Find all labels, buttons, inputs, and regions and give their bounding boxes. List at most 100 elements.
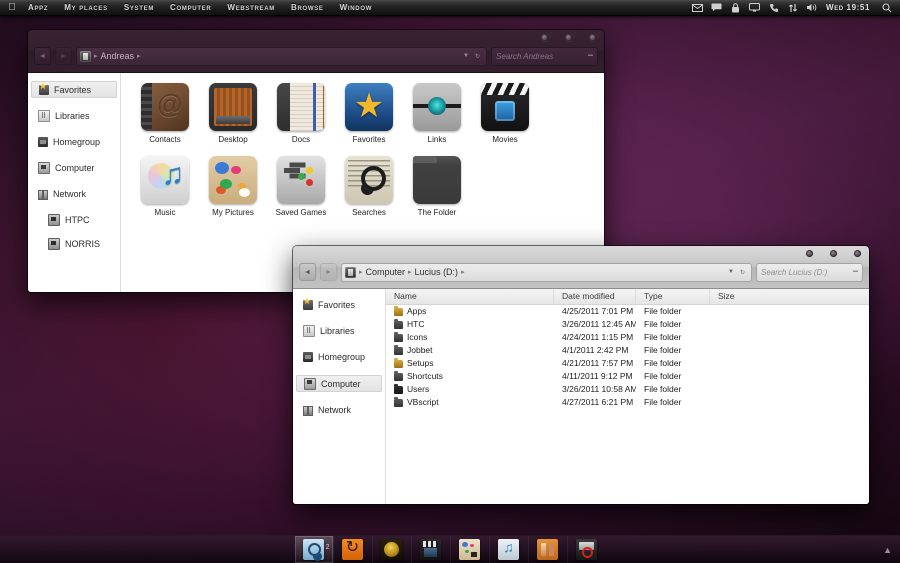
window2-search-box[interactable]: Search Lucius (D:) ━ — [756, 262, 863, 282]
search-icon[interactable]: ━ — [853, 268, 858, 276]
sidebar-item-computer[interactable]: Computer — [296, 375, 382, 392]
sidebar-item-homegroup[interactable]: Homegroup — [31, 134, 117, 150]
menubar-clock[interactable]: Wed 19:51 — [821, 0, 877, 15]
table-row[interactable]: Users 3/26/2011 10:58 AM File folder — [386, 383, 869, 396]
sidebar-item-favorites[interactable]: Favorites — [31, 81, 117, 98]
phone-icon[interactable] — [764, 0, 783, 15]
sidebar-item-libraries[interactable]: Libraries — [296, 323, 382, 339]
grid-item[interactable]: Links — [404, 83, 470, 144]
refresh-icon[interactable]: ↻ — [475, 53, 480, 60]
menu-system[interactable]: System — [116, 0, 162, 15]
window1-minimize-button[interactable] — [541, 34, 548, 41]
menu-webstream[interactable]: WebStream — [219, 0, 283, 15]
grid-item[interactable]: Music — [132, 156, 198, 217]
homegroup-icon — [303, 352, 313, 362]
lock-icon[interactable] — [726, 0, 745, 15]
grid-item[interactable]: Desktop — [200, 83, 266, 144]
window2-forward-button[interactable]: ► — [320, 263, 337, 281]
column-header-name[interactable]: Name — [386, 289, 554, 304]
explorer-window-lucius[interactable]: ◄ ► ▸ Computer ▸ Lucius (D:) ▸ ▼ ↻ Searc… — [293, 246, 869, 504]
apple-logo-icon[interactable]:  — [4, 0, 20, 15]
grid-item[interactable]: My Pictures — [200, 156, 266, 217]
folder-gold-icon — [394, 305, 403, 316]
chat-bubble-icon[interactable] — [707, 0, 726, 15]
chevron-down-icon[interactable]: ▼ — [728, 269, 734, 275]
window1-search-box[interactable]: Search Andreas ━ — [491, 46, 598, 66]
sidebar-item-label: NORRIS — [65, 239, 101, 249]
menu-browse[interactable]: Browse — [283, 0, 332, 15]
window1-close-button[interactable] — [589, 34, 596, 41]
breadcrumb-segment[interactable]: Lucius (D:) — [415, 264, 459, 281]
desktop-icon — [209, 83, 257, 131]
column-header-date-modified[interactable]: Date modified — [554, 289, 636, 304]
menu-computer[interactable]: Computer — [162, 0, 219, 15]
cell-date-modified: 4/1/2011 2:42 PM — [562, 345, 629, 355]
grid-item[interactable]: Saved Games — [268, 156, 334, 217]
sidebar-item-libraries[interactable]: Libraries — [31, 108, 117, 124]
menu-window[interactable]: Window — [332, 0, 380, 15]
sidebar-item-network[interactable]: Network — [296, 402, 382, 418]
window2-close-button[interactable] — [854, 250, 861, 257]
dock-media[interactable] — [410, 536, 450, 563]
folder-icon — [413, 156, 461, 204]
dock-orange-app[interactable] — [527, 536, 567, 563]
refresh-icon[interactable]: ↻ — [740, 269, 745, 276]
window1-breadcrumb-bar[interactable]: ▸ Andreas ▸ ▼ ↻ — [76, 46, 487, 66]
chevron-down-icon[interactable]: ▼ — [463, 53, 469, 59]
menu-my-places[interactable]: My Places — [56, 0, 116, 15]
breadcrumb-segment[interactable]: Andreas — [101, 48, 135, 65]
window2-back-button[interactable]: ◄ — [299, 263, 316, 281]
table-row[interactable]: Setups 4/21/2011 7:57 PM File folder — [386, 357, 869, 370]
column-header-size[interactable]: Size — [710, 289, 780, 304]
volume-icon[interactable] — [802, 0, 821, 15]
window2-minimize-button[interactable] — [806, 250, 813, 257]
grid-item-label: Favorites — [352, 135, 386, 144]
dock-dark-app[interactable] — [566, 536, 606, 563]
sidebar-item-computer[interactable]: Computer — [31, 160, 117, 176]
dock-explorer[interactable]: 2 — [294, 536, 333, 563]
grid-item[interactable]: The Folder — [404, 156, 470, 217]
grid-item[interactable]: Contacts — [132, 83, 198, 144]
dock-paint[interactable] — [449, 536, 489, 563]
window1-forward-button[interactable]: ► — [55, 47, 72, 65]
column-header-type[interactable]: Type — [636, 289, 710, 304]
breadcrumb-segment[interactable]: Computer — [366, 264, 406, 281]
window2-titlebar[interactable]: ◄ ► ▸ Computer ▸ Lucius (D:) ▸ ▼ ↻ Searc… — [293, 246, 869, 289]
table-row[interactable]: VBscript 4/27/2011 6:21 PM File folder — [386, 396, 869, 409]
mail-icon[interactable] — [688, 0, 707, 15]
grid-item[interactable]: Docs — [268, 83, 334, 144]
search-icon[interactable] — [877, 0, 896, 15]
file-name-label: Setups — [407, 358, 434, 368]
dock-reload[interactable] — [332, 536, 372, 563]
sidebar-item-homegroup[interactable]: Homegroup — [296, 349, 382, 365]
network-icon[interactable] — [783, 0, 802, 15]
window1-maximize-button[interactable] — [565, 34, 572, 41]
dock-itunes[interactable] — [488, 536, 528, 563]
cell-name: VBscript — [386, 396, 554, 409]
sidebar-item-network[interactable]: Network — [31, 186, 117, 202]
grid-item[interactable]: Searches — [336, 156, 402, 217]
grid-item[interactable]: Favorites — [336, 83, 402, 144]
sidebar-item-favorites[interactable]: Favorites — [296, 297, 382, 313]
window2-maximize-button[interactable] — [830, 250, 837, 257]
table-row[interactable]: Apps 4/25/2011 7:01 PM File folder — [386, 305, 869, 318]
dock-gold-app[interactable] — [371, 536, 411, 563]
window2-breadcrumb-bar[interactable]: ▸ Computer ▸ Lucius (D:) ▸ ▼ ↻ — [341, 262, 752, 282]
cell-size — [710, 344, 780, 357]
dock-tray-arrow[interactable]: ▲ — [883, 536, 892, 563]
breadcrumb-separator: ▸ — [359, 268, 363, 276]
table-row[interactable]: HTC 3/26/2011 12:45 AM File folder — [386, 318, 869, 331]
grid-item[interactable]: Movies — [472, 83, 538, 144]
sidebar-item-norris[interactable]: NORRIS — [31, 236, 117, 252]
grid-item-label: Docs — [291, 135, 311, 144]
menu-bar-tray: Wed 19:51 — [688, 0, 900, 15]
window1-back-button[interactable]: ◄ — [34, 47, 51, 65]
sidebar-item-htpc[interactable]: HTPC — [31, 212, 117, 228]
search-icon[interactable]: ━ — [588, 52, 593, 60]
menu-appz[interactable]: Appz — [20, 0, 56, 15]
table-row[interactable]: Jobbet 4/1/2011 2:42 PM File folder — [386, 344, 869, 357]
table-row[interactable]: Shortcuts 4/11/2011 9:12 PM File folder — [386, 370, 869, 383]
table-row[interactable]: Icons 4/24/2011 1:15 PM File folder — [386, 331, 869, 344]
monitor-icon[interactable] — [745, 0, 764, 15]
window1-titlebar[interactable]: ◄ ► ▸ Andreas ▸ ▼ ↻ Search Andreas ━ — [28, 30, 604, 73]
